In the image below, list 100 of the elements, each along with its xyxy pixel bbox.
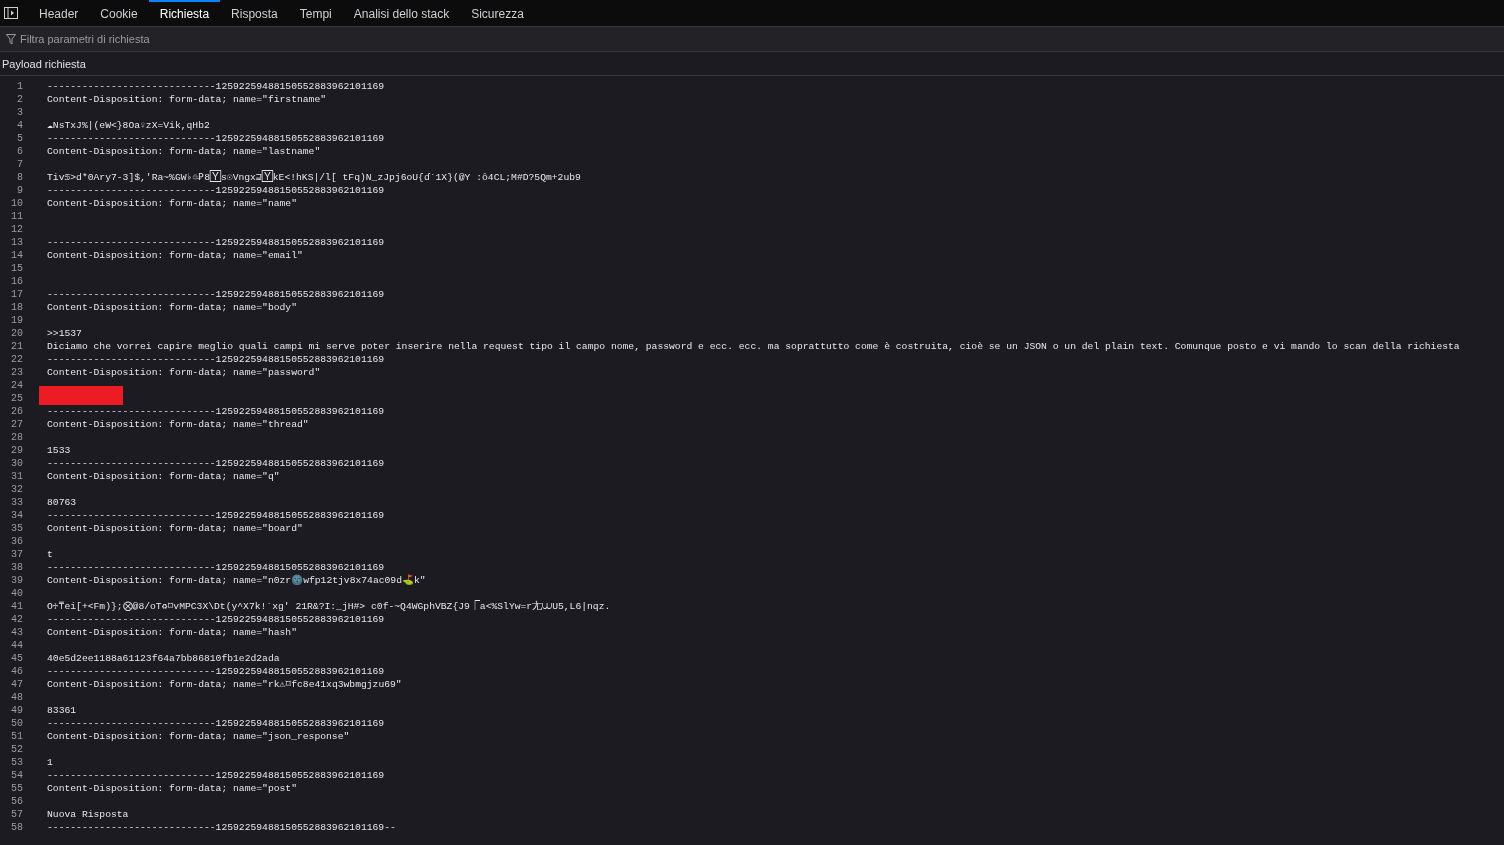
line-number: 42 xyxy=(10,613,23,626)
code-line: Content-Disposition: form-data; name="post" xyxy=(47,782,297,795)
code-line: -----------------------------12592259488150552883962101169 xyxy=(47,561,385,574)
tab[interactable]: Sicurezza xyxy=(460,0,535,26)
line-number: 30 xyxy=(10,457,23,470)
line-number: 5 xyxy=(16,132,23,145)
line-number: 8 xyxy=(16,171,23,184)
line-number: 47 xyxy=(10,678,23,691)
code-line: Content-Disposition: form-data; name="password" xyxy=(47,366,321,379)
line-number: 53 xyxy=(10,756,23,769)
code-line: Content-Disposition: form-data; name="firstname" xyxy=(47,93,327,106)
line-number: 36 xyxy=(10,535,23,548)
line-number: 13 xyxy=(10,236,23,249)
code-line: Content-Disposition: form-data; name="hash" xyxy=(47,626,297,639)
code-line: Content-Disposition: form-data; name="thread" xyxy=(47,418,309,431)
code-line: 1533 xyxy=(47,444,71,457)
code-line: Content-Disposition: form-data; name="email" xyxy=(47,249,303,262)
code-line: -----------------------------12592259488150552883962101169 xyxy=(47,288,385,301)
code-line: O♱⍑ei[+<Fm)};⨂@8/oT♻⌑vMPC3X\Dt(y^X7k!`xg' 21R&?I:_jH#> c0f-~Q4WGphVBZ{J9⎾a<%SlYw=r尢⩊U5,L6|nqz. xyxy=(47,600,611,613)
line-number: 9 xyxy=(16,184,23,197)
code-line: -----------------------------12592259488150552883962101169 xyxy=(47,769,385,782)
code-line: Content-Disposition: form-data; name="n0zr🌚wfp12tjv8x74ac09d⛳k" xyxy=(47,574,426,587)
line-number: 4 xyxy=(16,119,23,132)
tab[interactable]: Tempi xyxy=(288,0,343,26)
code-line: -----------------------------12592259488150552883962101169 xyxy=(47,132,385,145)
line-number: 2 xyxy=(16,93,23,106)
line-number: 19 xyxy=(10,314,23,327)
line-number: 58 xyxy=(10,821,23,834)
line-number: 34 xyxy=(10,509,23,522)
line-number: 50 xyxy=(10,717,23,730)
code-line: -----------------------------12592259488150552883962101169 xyxy=(47,80,385,93)
code-line: Content-Disposition: form-data; name="q" xyxy=(47,470,280,483)
code-line: -----------------------------12592259488150552883962101169 xyxy=(47,665,385,678)
line-number: 15 xyxy=(10,262,23,275)
line-number: 49 xyxy=(10,704,23,717)
line-number: 45 xyxy=(10,652,23,665)
line-number: 51 xyxy=(10,730,23,743)
code-line: Content-Disposition: form-data; name="body" xyxy=(47,301,297,314)
line-number: 29 xyxy=(10,444,23,457)
filter-icon xyxy=(6,34,16,45)
code-line: Tiv♋>d*0Ary7-3]$,'Ra~%GW♭♲Ꝑ8🅈s☉Vngx⊒🅈kE<!hKS|/l[ tFq)N_zJpj6oU{ɗ`1X}(@Y :ȏ4CL;M#D?5Qm+2ub9 xyxy=(47,171,581,184)
tab[interactable]: Analisi dello stack xyxy=(342,0,461,26)
line-number: 48 xyxy=(10,691,23,704)
line-number: 14 xyxy=(10,249,23,262)
code-line: Diciamo che vorrei capire meglio quali campi mi serve poter inserire nella request tipo il campo nome, password e ecc. ecc. ma soprattutto come è costruita, cioè se un JSON o un del plain text. Comunque posto e vi mando lo scan della richiesta xyxy=(47,340,1460,353)
line-number: 24 xyxy=(10,379,23,392)
line-number: 20 xyxy=(10,327,23,340)
code-line: -----------------------------12592259488150552883962101169 xyxy=(47,236,385,249)
line-number: 46 xyxy=(10,665,23,678)
line-number: 52 xyxy=(10,743,23,756)
code-line: Content-Disposition: form-data; name="board" xyxy=(47,522,303,535)
tab[interactable]: Risposta xyxy=(220,0,289,26)
code-line: ☁NsTxJ%|(eW<}8Oa♀zX=Vik,qHb2 xyxy=(47,119,210,132)
line-number: 54 xyxy=(10,769,23,782)
line-number: 26 xyxy=(10,405,23,418)
tab[interactable]: Cookie xyxy=(89,0,149,26)
tab[interactable]: Header xyxy=(28,0,90,26)
line-number: 22 xyxy=(10,353,23,366)
code-line: -----------------------------12592259488150552883962101169 xyxy=(47,613,385,626)
code-line: >>1537 xyxy=(47,327,82,340)
filter-field[interactable]: Filtra parametri di richiesta xyxy=(0,27,1504,51)
line-number: 11 xyxy=(10,210,23,223)
line-number: 40 xyxy=(10,587,23,600)
code-line: t xyxy=(47,548,53,561)
line-number: 55 xyxy=(10,782,23,795)
line-number: 35 xyxy=(10,522,23,535)
line-number: 56 xyxy=(10,795,23,808)
code-line: Content-Disposition: form-data; name="name" xyxy=(47,197,297,210)
sidebar-toggle-icon[interactable] xyxy=(4,7,18,19)
code-line: -----------------------------12592259488150552883962101169 xyxy=(47,717,385,730)
code-line: 80763 xyxy=(47,496,77,509)
line-number: 3 xyxy=(16,106,23,119)
line-number: 28 xyxy=(10,431,23,444)
code-line: -----------------------------12592259488150552883962101169 xyxy=(47,509,385,522)
line-number: 25 xyxy=(10,392,23,405)
line-number: 12 xyxy=(10,223,23,236)
line-number: 7 xyxy=(16,158,23,171)
line-number: 44 xyxy=(10,639,23,652)
line-number: 33 xyxy=(10,496,23,509)
line-number: 21 xyxy=(10,340,23,353)
line-number: 57 xyxy=(10,808,23,821)
code-line: Content-Disposition: form-data; name="rk⚠⌑fc8e41xq3wbmgjzu69" xyxy=(47,678,402,691)
code-line: -----------------------------12592259488150552883962101169 xyxy=(47,457,385,470)
line-number: 27 xyxy=(10,418,23,431)
line-number: 38 xyxy=(10,561,23,574)
code-line: 40e5d2ee1188a61123f64a7bb86810fb1e2d2ada xyxy=(47,652,280,665)
line-number: 23 xyxy=(10,366,23,379)
line-number: 41 xyxy=(10,600,23,613)
code-line: -----------------------------12592259488150552883962101169-- xyxy=(47,821,396,834)
line-number: 17 xyxy=(10,288,23,301)
code-line: 83361 xyxy=(47,704,77,717)
line-number: 39 xyxy=(10,574,23,587)
line-number: 31 xyxy=(10,470,23,483)
code-line: 1 xyxy=(47,756,53,769)
line-number: 18 xyxy=(10,301,23,314)
line-number: 32 xyxy=(10,483,23,496)
code-line: Content-Disposition: form-data; name="lastname" xyxy=(47,145,321,158)
code-line: -----------------------------12592259488150552883962101169 xyxy=(47,353,385,366)
code-line: -----------------------------12592259488150552883962101169 xyxy=(47,405,385,418)
code-line: Nuova Risposta xyxy=(47,808,129,821)
